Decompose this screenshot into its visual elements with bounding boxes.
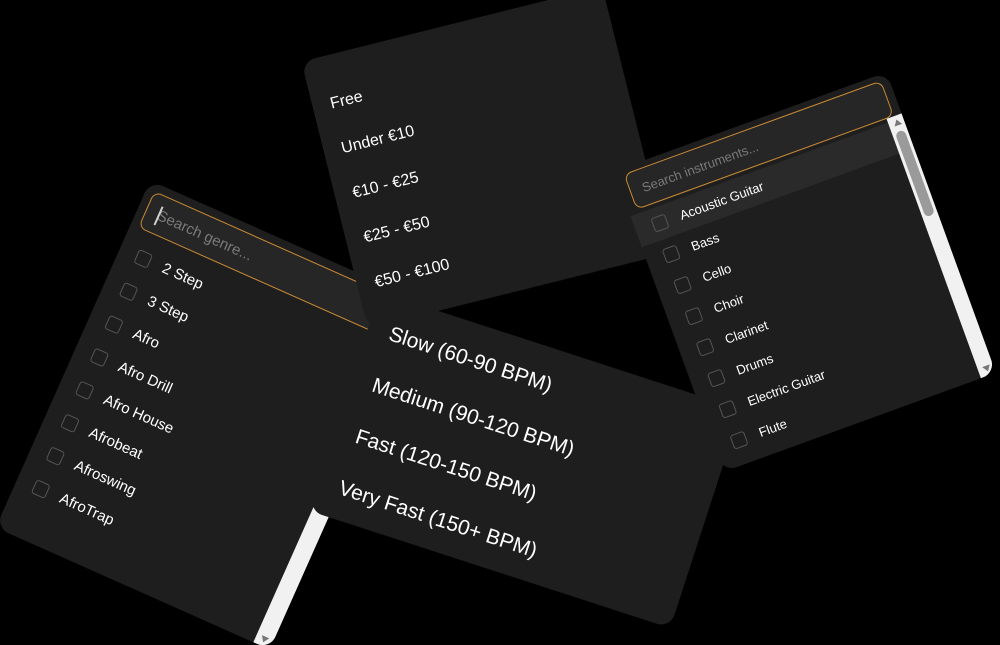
tempo-list: Slow (60-90 BPM) Medium (90-120 BPM) Fas… — [310, 301, 738, 624]
scroll-down-arrow-icon[interactable] — [259, 635, 270, 644]
checkbox[interactable] — [31, 478, 51, 499]
checkbox[interactable] — [104, 314, 125, 335]
price-dropdown: Free Under €10 €10 - €25 €25 - €50 €50 -… — [301, 0, 669, 329]
checkbox[interactable] — [118, 281, 139, 302]
checkbox[interactable] — [45, 445, 66, 466]
checkbox[interactable] — [706, 368, 727, 388]
checkbox[interactable] — [133, 248, 154, 269]
checkbox[interactable] — [673, 275, 693, 295]
instrument-option-label: Choir — [711, 291, 746, 316]
checkbox[interactable] — [650, 213, 670, 233]
checkbox[interactable] — [684, 306, 704, 326]
checkbox[interactable] — [89, 347, 110, 367]
checkbox[interactable] — [60, 412, 81, 433]
price-list: Free Under €10 €10 - €25 €25 - €50 €50 -… — [308, 12, 669, 328]
instrument-option-label: Drums — [734, 350, 776, 378]
checkbox[interactable] — [661, 244, 681, 264]
instrument-option-label: Cello — [700, 260, 734, 285]
checkbox[interactable] — [729, 430, 749, 450]
checkbox[interactable] — [695, 337, 715, 357]
checkbox[interactable] — [718, 399, 738, 419]
checkbox[interactable] — [74, 380, 95, 400]
scroll-up-arrow-icon[interactable] — [892, 118, 903, 127]
instrument-option-label: Bass — [688, 229, 722, 254]
scroll-down-arrow-icon[interactable] — [982, 364, 992, 373]
genre-option-label: Afro — [130, 325, 163, 352]
dropdown-showcase: 2 Step 3 Step Afro Afro Drill Afro House… — [0, 0, 1000, 645]
instrument-option-label: Flute — [756, 415, 789, 440]
